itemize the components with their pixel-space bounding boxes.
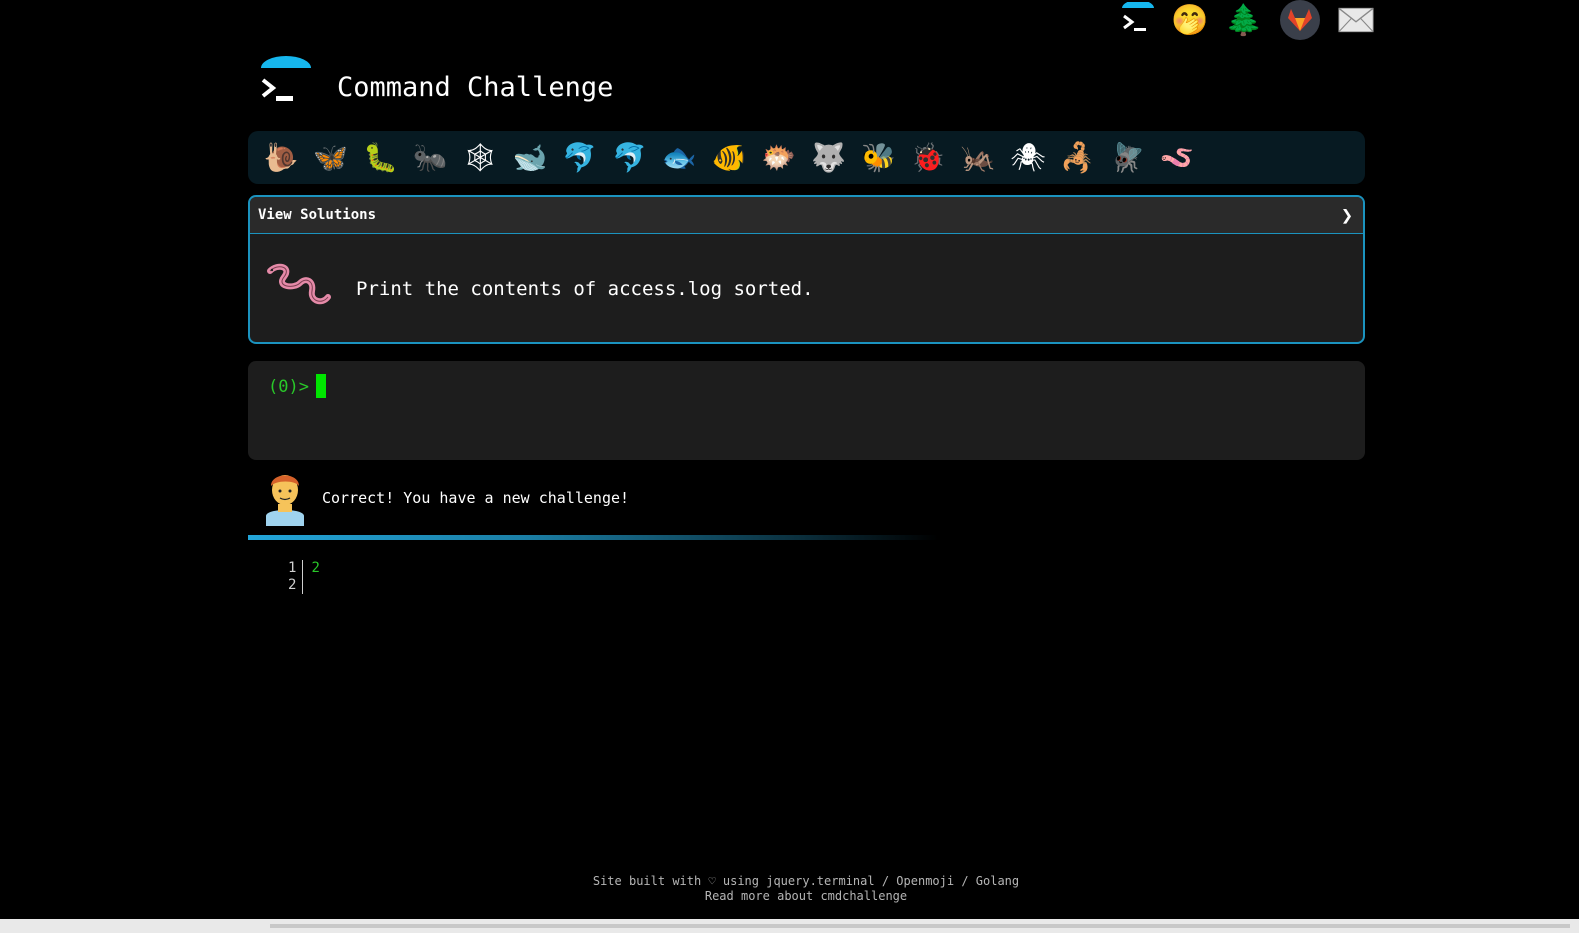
- terminal-prompt: (0)>: [268, 377, 309, 397]
- footer: Site built with ♡ using jquery.terminal …: [0, 874, 1579, 904]
- challenge-wolf-icon[interactable]: 🐺: [804, 138, 854, 178]
- page-title: Command Challenge: [337, 72, 614, 103]
- footer-separator: /: [874, 874, 897, 888]
- challenge-body: Print the contents of access.log sorted.: [250, 234, 1363, 342]
- challenge-caterpillar-icon[interactable]: 🐛: [356, 138, 406, 178]
- line-number: 1: [288, 560, 297, 576]
- challenge-emoji-bar: 🐌 🦋 🐛 🐜 🕸 🐋 🐬 🐬 🐟 🐠 🐡 🐺 🐝 🐞 🦗 🕷 🦂 🪰 🪱: [248, 131, 1365, 184]
- challenge-panel: View Solutions ❯ Print the contents of a…: [248, 195, 1365, 344]
- view-solutions-label: View Solutions: [258, 207, 377, 223]
- challenge-dolphin-grey-icon[interactable]: 🐬: [605, 138, 655, 178]
- output-lines: 2: [303, 560, 319, 594]
- terminal-input[interactable]: (0)>: [248, 361, 1365, 460]
- challenge-ladybug-icon[interactable]: 🐞: [903, 138, 953, 178]
- site-logo-icon[interactable]: [258, 56, 312, 108]
- footer-prefix: Site built with ♡ using: [592, 874, 767, 888]
- view-solutions-toggle[interactable]: View Solutions ❯: [250, 197, 1363, 234]
- feedback-row: Correct! You have a new challenge!: [262, 470, 629, 526]
- horizontal-scrollbar[interactable]: [0, 919, 1579, 933]
- man-technologist-icon: [266, 475, 304, 526]
- challenge-fish-icon[interactable]: 🐟: [654, 138, 704, 178]
- challenge-bee-icon[interactable]: 🐝: [854, 138, 904, 178]
- challenge-spider-web-icon[interactable]: 🕸: [455, 138, 505, 178]
- line-number-gutter: 1 2: [288, 560, 304, 594]
- challenge-whale-icon[interactable]: 🐋: [505, 138, 555, 178]
- challenge-dolphin-blue-icon[interactable]: 🐬: [555, 138, 605, 178]
- terminal-logo-icon[interactable]: [1118, 2, 1154, 38]
- openmoji-link[interactable]: Openmoji: [896, 874, 954, 888]
- challenge-worm-icon[interactable]: 🪱: [1152, 138, 1202, 178]
- challenge-spider-icon[interactable]: 🕷: [1003, 138, 1053, 178]
- footer-credits: Site built with ♡ using jquery.terminal …: [0, 874, 1579, 889]
- evergreen-tree-icon[interactable]: 🌲: [1225, 2, 1262, 38]
- chevron-right-icon: ❯: [1340, 203, 1353, 227]
- scrollbar-thumb[interactable]: [270, 924, 1570, 928]
- terminal-cursor: [316, 374, 326, 398]
- line-number: 2: [288, 577, 297, 593]
- challenge-snail-icon[interactable]: 🐌: [256, 138, 306, 178]
- challenge-task-text: Print the contents of access.log sorted.: [356, 277, 814, 300]
- challenge-scorpion-icon[interactable]: 🦂: [1053, 138, 1103, 178]
- gitlab-icon[interactable]: [1280, 0, 1320, 40]
- shushing-face-icon[interactable]: 🤭: [1171, 2, 1208, 38]
- footer-separator: /: [954, 874, 976, 888]
- feedback-message: Correct! You have a new challenge!: [322, 489, 630, 507]
- progress-divider: [248, 535, 938, 540]
- jquery-terminal-link[interactable]: jquery.terminal: [766, 874, 874, 888]
- read-more-link[interactable]: Read more about cmdchallenge: [705, 889, 907, 903]
- envelope-icon[interactable]: [1338, 2, 1374, 38]
- challenge-blowfish-icon[interactable]: 🐡: [754, 138, 804, 178]
- challenge-fly-icon[interactable]: 🪰: [1103, 138, 1153, 178]
- challenge-butterfly-icon[interactable]: 🦋: [306, 138, 356, 178]
- challenge-ant-icon[interactable]: 🐜: [405, 138, 455, 178]
- golang-link[interactable]: Golang: [976, 874, 1019, 888]
- command-output: 1 2 2: [288, 560, 320, 594]
- worm-icon: [267, 263, 331, 304]
- output-line: 2: [311, 560, 320, 576]
- top-nav: 🤭 🌲: [1118, 0, 1374, 40]
- challenge-cricket-icon[interactable]: 🦗: [953, 138, 1003, 178]
- challenge-tropical-fish-icon[interactable]: 🐠: [704, 138, 754, 178]
